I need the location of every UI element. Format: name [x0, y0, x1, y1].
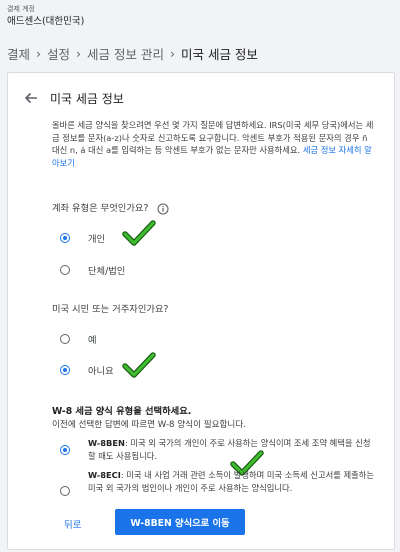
radio-entity[interactable]	[60, 265, 70, 275]
back-arrow-icon[interactable]	[24, 91, 38, 105]
continue-w8ben-button[interactable]: W-8BEN 양식으로 이동	[115, 509, 245, 535]
w8eci-desc: : 미국 내 사업 거래 관련 소득이 발생하며 미국 소득세 신고서를 제출하…	[88, 470, 375, 493]
breadcrumb: 결제 › 설정 › 세금 정보 관리 › 미국 세금 정보	[7, 44, 258, 63]
chevron-right-icon: ›	[169, 46, 175, 61]
info-icon[interactable]	[157, 202, 169, 215]
checkmark-icon	[122, 352, 156, 378]
w8-section-title: W-8 세금 양식 유형을 선택하세요.	[52, 406, 192, 417]
back-button[interactable]: 뒤로	[64, 517, 81, 531]
account-type-question: 계좌 유형은 무엇인가요?	[52, 200, 169, 215]
option-individual-label[interactable]: 개인	[88, 231, 105, 245]
chevron-right-icon: ›	[76, 46, 82, 61]
account-label: 결제 계정	[7, 5, 35, 13]
radio-yes[interactable]	[60, 334, 70, 344]
w8eci-option-text[interactable]: W-8ECI: 미국 내 사업 거래 관련 소득이 발생하며 미국 소득세 신고…	[88, 469, 378, 494]
breadcrumb-item-billing[interactable]: 결제	[7, 44, 30, 63]
checkmark-icon	[122, 220, 156, 246]
account-type-label: 계좌 유형은 무엇인가요?	[52, 203, 149, 214]
w8-section-subtitle: 이전에 선택한 답변에 따르면 W-8 양식이 필요합니다.	[52, 420, 246, 430]
chevron-right-icon: ›	[36, 46, 42, 61]
radio-individual[interactable]	[60, 233, 70, 243]
option-no-label[interactable]: 아니요	[88, 363, 114, 377]
radio-w8eci[interactable]	[60, 486, 70, 496]
breadcrumb-item-current: 미국 세금 정보	[180, 47, 258, 62]
us-tax-info-card: 미국 세금 정보 올바른 세금 양식을 찾으려면 우선 몇 가지 질문에 답변하…	[7, 72, 395, 550]
breadcrumb-item-tax-info[interactable]: 세금 정보 관리	[87, 44, 164, 63]
card-title: 미국 세금 정보	[50, 92, 124, 106]
account-name: 애드센스(대한민국)	[7, 16, 85, 27]
radio-w8ben[interactable]	[60, 445, 70, 455]
intro-text: 올바른 세금 양식을 찾으려면 우선 몇 가지 질문에 답변하세요. IRS(미…	[52, 119, 376, 169]
radio-no[interactable]	[60, 365, 70, 375]
breadcrumb-item-settings[interactable]: 설정	[47, 44, 70, 63]
option-entity-label[interactable]: 단체/법인	[88, 263, 125, 277]
us-resident-question: 미국 시민 또는 거주자인가요?	[52, 304, 169, 315]
option-yes-label[interactable]: 예	[88, 332, 97, 346]
w8eci-name: W-8ECI	[88, 470, 121, 480]
w8ben-name: W-8BEN	[88, 438, 125, 448]
account-info: 결제 계정 애드센스(대한민국)	[7, 4, 84, 29]
